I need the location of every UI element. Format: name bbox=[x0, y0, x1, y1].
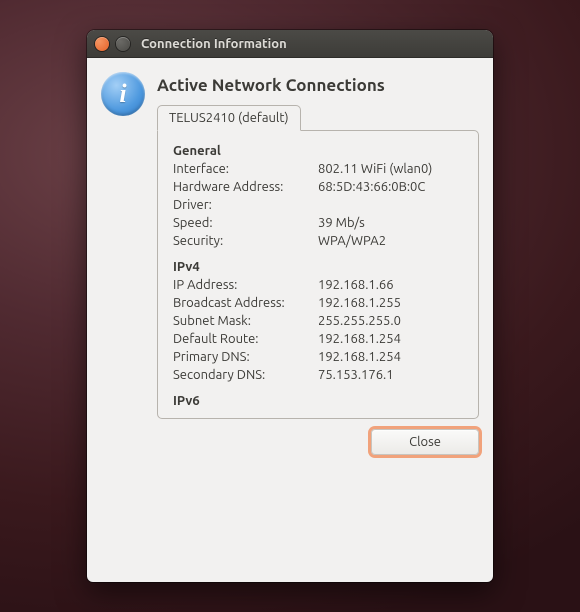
label-sdns: Secondary DNS: bbox=[173, 366, 318, 384]
window-title: Connection Information bbox=[141, 37, 287, 51]
titlebar[interactable]: Connection Information bbox=[87, 30, 493, 58]
minimize-icon[interactable] bbox=[116, 37, 130, 51]
label-hwaddr: Hardware Address: bbox=[173, 178, 318, 196]
label-mask: Subnet Mask: bbox=[173, 312, 318, 330]
value-driver bbox=[318, 196, 463, 214]
label-route: Default Route: bbox=[173, 330, 318, 348]
section-ipv6-title: IPv6 bbox=[173, 394, 463, 408]
general-table: Interface:802.11 WiFi (wlan0) Hardware A… bbox=[173, 160, 463, 250]
label-bcast: Broadcast Address: bbox=[173, 294, 318, 312]
value-security: WPA/WPA2 bbox=[318, 232, 463, 250]
dialog-window: Connection Information i Active Network … bbox=[87, 30, 493, 582]
button-row: Close bbox=[101, 429, 479, 455]
label-speed: Speed: bbox=[173, 214, 318, 232]
value-speed: 39 Mb/s bbox=[318, 214, 463, 232]
info-icon: i bbox=[101, 72, 145, 116]
value-route: 192.168.1.254 bbox=[318, 330, 463, 348]
connection-panel: General Interface:802.11 WiFi (wlan0) Ha… bbox=[157, 130, 479, 419]
label-ip: IP Address: bbox=[173, 276, 318, 294]
label-interface: Interface: bbox=[173, 160, 318, 178]
value-interface: 802.11 WiFi (wlan0) bbox=[318, 160, 463, 178]
close-button[interactable]: Close bbox=[371, 429, 479, 455]
section-general-title: General bbox=[173, 144, 463, 158]
value-mask: 255.255.255.0 bbox=[318, 312, 463, 330]
label-driver: Driver: bbox=[173, 196, 318, 214]
page-title: Active Network Connections bbox=[157, 76, 479, 95]
tab-connection[interactable]: TELUS2410 (default) bbox=[157, 105, 301, 131]
dialog-content: i Active Network Connections TELUS2410 (… bbox=[87, 58, 493, 582]
value-pdns: 192.168.1.254 bbox=[318, 348, 463, 366]
tab-bar: TELUS2410 (default) bbox=[157, 105, 479, 131]
section-ipv4-title: IPv4 bbox=[173, 260, 463, 274]
value-sdns: 75.153.176.1 bbox=[318, 366, 463, 384]
label-security: Security: bbox=[173, 232, 318, 250]
label-pdns: Primary DNS: bbox=[173, 348, 318, 366]
value-bcast: 192.168.1.255 bbox=[318, 294, 463, 312]
close-icon[interactable] bbox=[95, 37, 109, 51]
value-ip: 192.168.1.66 bbox=[318, 276, 463, 294]
ipv4-table: IP Address:192.168.1.66 Broadcast Addres… bbox=[173, 276, 463, 384]
value-hwaddr: 68:5D:43:66:0B:0C bbox=[318, 178, 463, 196]
